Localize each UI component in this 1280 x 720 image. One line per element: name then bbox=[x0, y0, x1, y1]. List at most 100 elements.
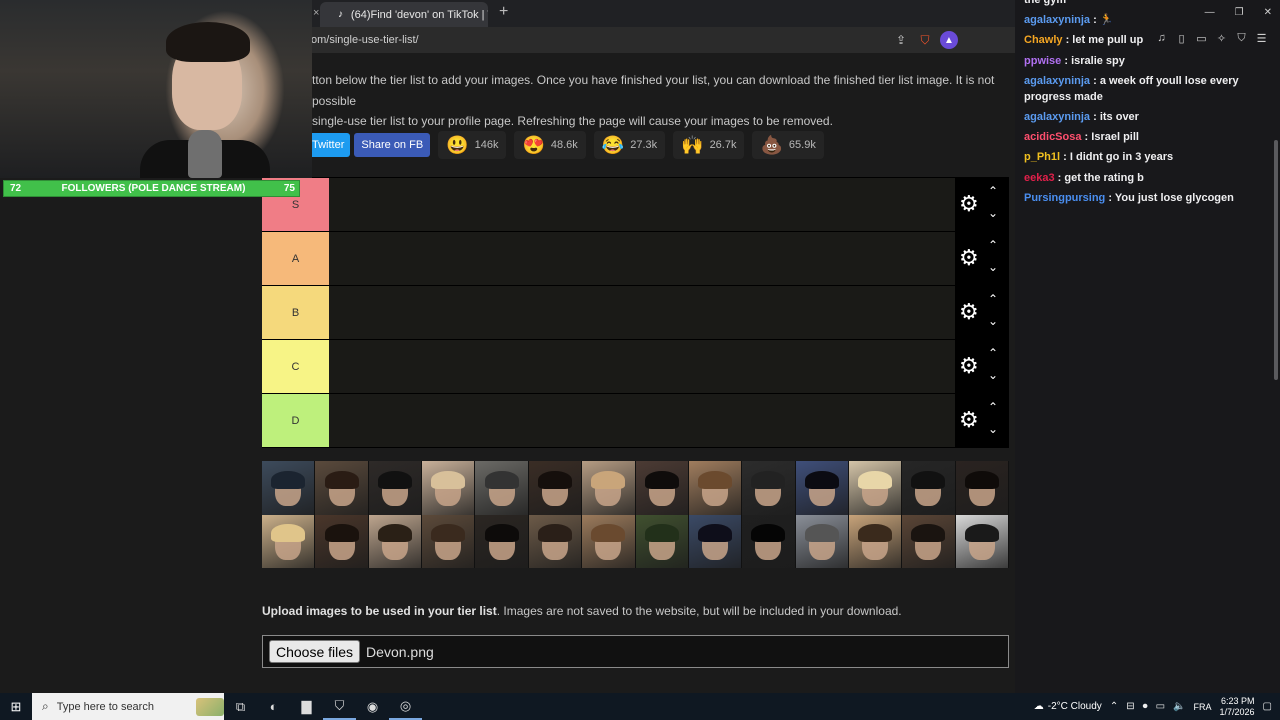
chat-username[interactable]: agalaxyninja bbox=[1024, 14, 1090, 26]
chat-username[interactable]: ppwise bbox=[1024, 55, 1061, 67]
share-fb-button[interactable]: Share on FB bbox=[354, 133, 431, 157]
pool-image[interactable] bbox=[635, 514, 689, 568]
minimize-icon[interactable]: — bbox=[1205, 7, 1215, 18]
tier-label[interactable]: A bbox=[262, 232, 329, 285]
rewards-icon[interactable]: ✧ bbox=[1215, 31, 1228, 45]
file-input[interactable]: Choose files Devon.png bbox=[262, 635, 1009, 668]
reaction-button[interactable]: 🙌 26.7k bbox=[673, 131, 745, 159]
tier-row[interactable]: D ⚙ ⌃ ⌄ bbox=[262, 394, 1009, 448]
new-tab-button[interactable]: + bbox=[499, 3, 508, 21]
pool-image[interactable] bbox=[955, 461, 1009, 515]
pool-image[interactable] bbox=[582, 514, 636, 568]
reaction-button[interactable]: 💩 65.9k bbox=[752, 131, 824, 159]
mic-tray-icon[interactable]: ⏺ bbox=[1143, 701, 1148, 712]
chevron-down-icon[interactable]: ⌄ bbox=[988, 206, 998, 220]
windows-start-icon[interactable]: ⊞ bbox=[0, 693, 32, 720]
pool-image[interactable] bbox=[368, 461, 423, 515]
pool-image[interactable] bbox=[795, 514, 849, 568]
weather-widget[interactable]: ☁ -2°C Cloudy bbox=[1034, 701, 1102, 712]
close-icon[interactable]: × bbox=[313, 7, 319, 19]
chevron-up-icon[interactable]: ⌃ bbox=[988, 184, 998, 198]
pool-image[interactable] bbox=[422, 461, 476, 515]
chevron-up-icon[interactable]: ⌃ bbox=[988, 346, 998, 360]
pool-image[interactable] bbox=[902, 514, 956, 568]
restore-icon[interactable]: ❐ bbox=[1235, 7, 1244, 18]
task-view-icon[interactable]: ⧉ bbox=[224, 693, 257, 720]
tab-tiktok[interactable]: ♪ (64)Find 'devon' on TikTok | TikTok Se bbox=[320, 2, 488, 27]
chevron-down-icon[interactable]: ⌄ bbox=[988, 422, 998, 436]
gear-icon[interactable]: ⚙ bbox=[959, 246, 979, 270]
chat-scrollbar[interactable] bbox=[1274, 140, 1278, 380]
pool-image[interactable] bbox=[688, 514, 743, 568]
pool-image[interactable] bbox=[795, 461, 849, 515]
close-window-icon[interactable]: ✕ bbox=[1264, 7, 1272, 18]
brave-shield-icon[interactable]: ⛉ bbox=[916, 31, 934, 49]
pool-image[interactable] bbox=[742, 514, 796, 568]
gear-icon[interactable]: ⚙ bbox=[959, 354, 979, 378]
tier-row[interactable]: S ⚙ ⌃ ⌄ bbox=[262, 178, 1009, 232]
chat-username[interactable]: Pursingpursing bbox=[1024, 192, 1105, 204]
chat-username[interactable]: agalaxyninja bbox=[1024, 111, 1090, 123]
tier-row[interactable]: B ⚙ ⌃ ⌄ bbox=[262, 286, 1009, 340]
obs-icon[interactable]: ◎ bbox=[389, 693, 422, 720]
pool-image[interactable] bbox=[262, 514, 316, 568]
copilot-icon[interactable]: ◐ bbox=[257, 693, 290, 720]
pool-image[interactable] bbox=[688, 461, 743, 515]
pool-image[interactable] bbox=[528, 514, 583, 568]
choose-files-button[interactable]: Choose files bbox=[269, 640, 361, 663]
display-icon[interactable]: ▭ bbox=[1156, 701, 1165, 712]
gear-icon[interactable]: ⚙ bbox=[959, 192, 979, 216]
pool-image[interactable] bbox=[582, 461, 636, 515]
pool-image[interactable] bbox=[848, 461, 903, 515]
tier-row[interactable]: A ⚙ ⌃ ⌄ bbox=[262, 232, 1009, 286]
pool-image[interactable] bbox=[475, 461, 529, 515]
pool-image[interactable] bbox=[368, 514, 423, 568]
taskbar-search[interactable]: ⌕ Type here to search bbox=[32, 693, 224, 720]
gear-icon[interactable]: ⚙ bbox=[959, 408, 979, 432]
chat-username[interactable]: Chawly bbox=[1024, 34, 1063, 46]
tier-label[interactable]: D bbox=[262, 394, 329, 447]
pool-image[interactable] bbox=[315, 461, 369, 515]
pool-image[interactable] bbox=[955, 514, 1009, 568]
pool-image[interactable] bbox=[262, 461, 316, 515]
leo-ai-icon[interactable]: ▲ bbox=[940, 31, 958, 49]
tier-label[interactable]: C bbox=[262, 340, 329, 393]
pool-image[interactable] bbox=[742, 461, 796, 515]
url-text[interactable]: om/single-use-tier-list/ bbox=[311, 34, 419, 46]
language-indicator[interactable]: FRA bbox=[1194, 702, 1212, 712]
chevron-up-icon[interactable]: ⌃ bbox=[988, 400, 998, 414]
chevron-down-icon[interactable]: ⌄ bbox=[988, 314, 998, 328]
chevron-up-icon[interactable]: ⌃ bbox=[988, 238, 998, 252]
share-icon[interactable]: ⇪ bbox=[892, 31, 910, 49]
chat-username[interactable]: p_Ph1l bbox=[1024, 151, 1060, 163]
brave-browser-icon[interactable]: ⛉ bbox=[323, 693, 356, 720]
chevron-down-icon[interactable]: ⌄ bbox=[988, 260, 998, 274]
pool-image[interactable] bbox=[848, 514, 903, 568]
discord-icon[interactable]: ◉ bbox=[356, 693, 389, 720]
tier-row[interactable]: C ⚙ ⌃ ⌄ bbox=[262, 340, 1009, 394]
chevron-up-icon[interactable]: ⌃ bbox=[1110, 701, 1118, 712]
tier-label[interactable]: B bbox=[262, 286, 329, 339]
chat-username[interactable]: agalaxyninja bbox=[1024, 75, 1090, 87]
vpn-icon[interactable]: ⛉ bbox=[1235, 31, 1248, 45]
file-explorer-icon[interactable]: ▇ bbox=[290, 693, 323, 720]
chat-username[interactable]: eeka3 bbox=[1024, 172, 1055, 184]
pool-image[interactable] bbox=[635, 461, 689, 515]
reaction-button[interactable]: 😃 146k bbox=[438, 131, 507, 159]
clock[interactable]: 6:23 PM 1/7/2026 bbox=[1220, 696, 1255, 718]
pool-image[interactable] bbox=[315, 514, 369, 568]
notification-icon[interactable]: ▢ bbox=[1263, 701, 1272, 712]
pool-image[interactable] bbox=[422, 514, 476, 568]
gear-icon[interactable]: ⚙ bbox=[959, 300, 979, 324]
share-twitter-button[interactable]: Twitter bbox=[312, 133, 351, 157]
menu-icon[interactable]: ☰ bbox=[1255, 31, 1268, 45]
sidebar-icon[interactable]: ▯ bbox=[1175, 31, 1188, 45]
chevron-up-icon[interactable]: ⌃ bbox=[988, 292, 998, 306]
pool-image[interactable] bbox=[475, 514, 529, 568]
music-icon[interactable]: ♫ bbox=[1155, 31, 1168, 45]
wallet-icon[interactable]: ▭ bbox=[1195, 31, 1208, 45]
pool-image[interactable] bbox=[902, 461, 956, 515]
chevron-down-icon[interactable]: ⌄ bbox=[988, 368, 998, 382]
reaction-button[interactable]: 😍 48.6k bbox=[514, 131, 586, 159]
network-icon[interactable]: ⊟ bbox=[1126, 701, 1134, 712]
